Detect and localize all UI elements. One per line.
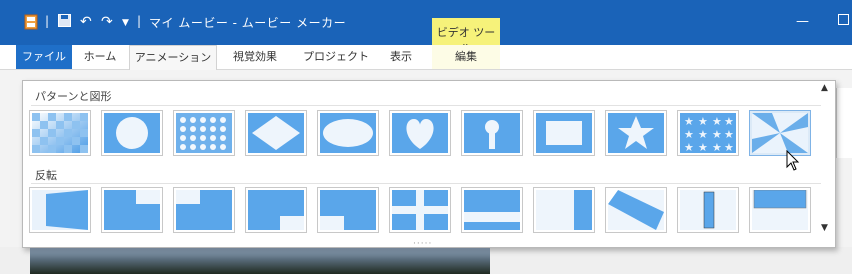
ribbon-tab-bar: ファイル ホーム アニメーション 視覚効果 プロジェクト 表示 編集 [0, 45, 852, 71]
save-icon[interactable] [58, 14, 71, 30]
transition-stars[interactable]: ★ ★ ★ ★ ★ ★ ★ ★ ★ ★ ★ ★ [677, 110, 739, 156]
section-title-flip: 反転 [35, 169, 57, 182]
ribbon-right-control[interactable] [836, 88, 852, 158]
transition-gallery: パターンと図形 ★ ★ ★ ★ ★ ★ ★ ★ ★ ★ ★ ★ 反転 ▲ ▼ ·… [22, 80, 836, 249]
svg-text:★: ★ [684, 141, 694, 153]
transition-flip-5[interactable] [317, 187, 379, 233]
transition-flip-1[interactable] [29, 187, 91, 233]
window-title: マイ ムービー - ムービー メーカー [149, 16, 347, 30]
scroll-up-icon[interactable]: ▲ [821, 83, 828, 93]
transition-circle[interactable] [101, 110, 163, 156]
resize-grip[interactable]: ····· [413, 239, 432, 249]
transition-flip-3[interactable] [173, 187, 235, 233]
svg-text:★: ★ [698, 115, 708, 128]
transition-checkerboard[interactable] [29, 110, 91, 156]
minimize-icon[interactable]: — [796, 14, 809, 29]
customize-qat-icon[interactable]: ▼ [122, 18, 129, 28]
section-title-patterns: パターンと図形 [35, 90, 112, 103]
transition-heart[interactable] [389, 110, 451, 156]
transition-pinwheel[interactable] [749, 110, 811, 156]
svg-text:★: ★ [724, 115, 734, 128]
transition-dots[interactable] [173, 110, 235, 156]
redo-icon[interactable]: ↷ [101, 14, 113, 30]
separator: | [137, 14, 142, 28]
svg-text:★: ★ [712, 141, 722, 153]
transition-flip-10[interactable] [677, 187, 739, 233]
transition-flip-7[interactable] [461, 187, 523, 233]
transition-keyhole[interactable] [461, 110, 523, 156]
transition-ellipse[interactable] [317, 110, 379, 156]
svg-text:★: ★ [712, 128, 722, 141]
tab-edit[interactable]: 編集 [432, 45, 500, 69]
transition-flip-4[interactable] [245, 187, 307, 233]
transition-flip-8[interactable] [533, 187, 595, 233]
tab-home[interactable]: ホーム [72, 45, 128, 69]
transition-flip-9[interactable] [605, 187, 667, 233]
tab-project[interactable]: プロジェクト [295, 45, 377, 69]
context-tab-group: ビデオ ツール [432, 18, 500, 55]
transition-diamond[interactable] [245, 110, 307, 156]
transition-star[interactable] [605, 110, 667, 156]
svg-text:★: ★ [724, 128, 734, 141]
scroll-down-icon[interactable]: ▼ [821, 223, 828, 233]
svg-text:★: ★ [698, 141, 708, 153]
svg-text:★: ★ [684, 115, 694, 128]
svg-text:★: ★ [698, 128, 708, 141]
gallery-scrollbar[interactable]: ▲ ▼ [819, 83, 833, 243]
undo-icon[interactable]: ↶ [80, 14, 92, 30]
divider [31, 183, 821, 184]
transition-flip-2[interactable] [101, 187, 163, 233]
transition-flip-6[interactable] [389, 187, 451, 233]
svg-text:★: ★ [724, 141, 734, 153]
app-icon[interactable] [24, 14, 38, 33]
title-bar: | ↶ ↷ ▼ | マイ ムービー - ムービー メーカー ビデオ ツール — [0, 0, 852, 55]
separator: | [45, 14, 50, 28]
tab-animations[interactable]: アニメーション [129, 45, 217, 71]
video-preview [30, 247, 490, 274]
svg-text:★: ★ [684, 128, 694, 141]
maximize-icon[interactable] [838, 14, 849, 29]
divider [31, 105, 821, 106]
tab-file[interactable]: ファイル [16, 45, 72, 69]
mouse-cursor-icon [786, 149, 800, 175]
transition-flip-11[interactable] [749, 187, 811, 233]
tab-view[interactable]: 表示 [378, 45, 424, 69]
transition-rectangle[interactable] [533, 110, 595, 156]
tab-visual-effects[interactable]: 視覚効果 [216, 45, 294, 69]
svg-text:★: ★ [712, 115, 722, 128]
